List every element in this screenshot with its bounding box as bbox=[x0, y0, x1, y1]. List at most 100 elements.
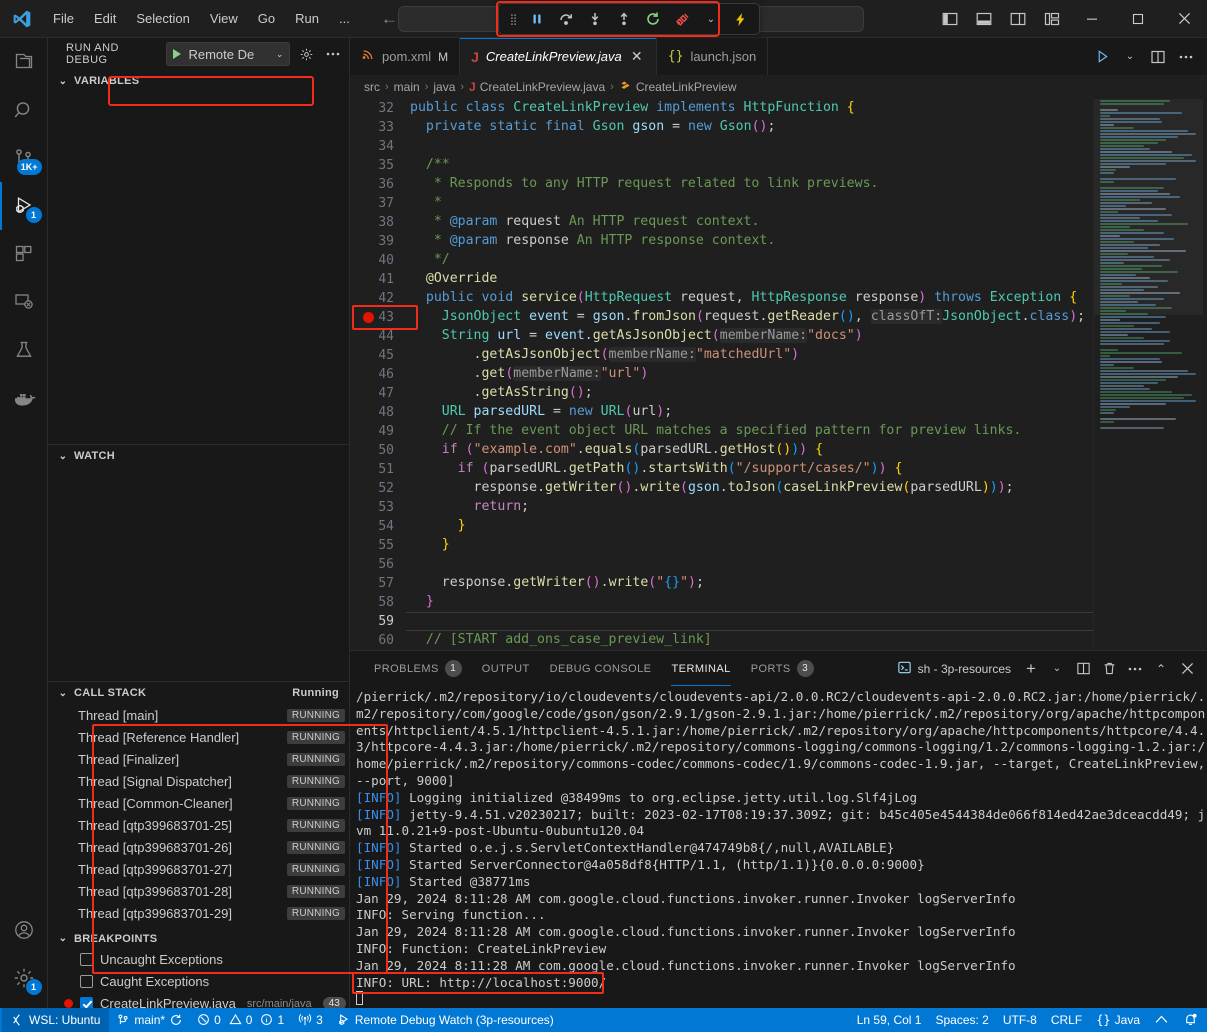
customize-layout-button[interactable] bbox=[1035, 2, 1069, 36]
run-java-button[interactable] bbox=[1089, 43, 1115, 71]
code-line[interactable]: 43 JsonObject event = gson.fromJson(requ… bbox=[350, 308, 1093, 327]
breakpoint-caught-exceptions[interactable]: Caught Exceptions bbox=[48, 971, 349, 993]
activity-run-and-debug[interactable]: 1 bbox=[0, 182, 48, 230]
activity-testing[interactable] bbox=[0, 326, 48, 374]
code-editor[interactable]: 32public class CreateLinkPreview impleme… bbox=[350, 99, 1207, 650]
code-line[interactable]: 37 * bbox=[350, 194, 1093, 213]
code-line[interactable]: 52 response.getWriter().write(gson.toJso… bbox=[350, 479, 1093, 498]
tab-launch-json[interactable]: {} launch.json bbox=[657, 38, 768, 75]
tab-close-icon[interactable]: ✕ bbox=[629, 48, 645, 65]
menu-go[interactable]: Go bbox=[249, 7, 284, 30]
debug-more-chevron-down-icon[interactable]: ⌄ bbox=[698, 7, 724, 31]
menu-run[interactable]: Run bbox=[286, 7, 328, 30]
status-ports[interactable]: 3 bbox=[291, 1008, 330, 1032]
activity-accounts[interactable] bbox=[0, 906, 48, 954]
activity-remote-explorer[interactable] bbox=[0, 278, 48, 326]
code-line[interactable]: 51 if (parsedURL.getPath().startsWith("/… bbox=[350, 460, 1093, 479]
call-stack-thread[interactable]: Thread [qtp399683701-27]RUNNING bbox=[48, 858, 349, 880]
editor-more-actions-icon[interactable] bbox=[1173, 43, 1199, 71]
toggle-panel-button[interactable] bbox=[967, 2, 1001, 36]
menu-file[interactable]: File bbox=[44, 7, 83, 30]
code-line[interactable]: 41 @Override bbox=[350, 270, 1093, 289]
navigate-back-icon[interactable]: ← bbox=[381, 9, 398, 29]
code-line[interactable]: 45 .getAsJsonObject(memberName:"matchedU… bbox=[350, 346, 1093, 365]
toggle-secondary-sidebar-button[interactable] bbox=[1001, 2, 1035, 36]
drag-handle-icon[interactable]: ⣿ bbox=[505, 13, 521, 26]
activity-source-control[interactable]: 1K+ bbox=[0, 134, 48, 182]
code-line[interactable]: 60 // [START add_ons_case_preview_link] bbox=[350, 631, 1093, 650]
window-minimize-button[interactable] bbox=[1069, 0, 1115, 38]
call-stack-thread[interactable]: Thread [qtp399683701-29]RUNNING bbox=[48, 902, 349, 924]
kill-terminal-trash-icon[interactable] bbox=[1097, 657, 1121, 681]
breadcrumb-symbol[interactable]: CreateLinkPreview bbox=[619, 79, 737, 95]
terminal-dropdown-chevron-down-icon[interactable]: ⌄ bbox=[1045, 657, 1069, 681]
call-stack-thread[interactable]: Thread [Signal Dispatcher]RUNNING bbox=[48, 770, 349, 792]
open-launch-json-gear-icon[interactable] bbox=[296, 43, 316, 65]
code-line[interactable]: 53 return; bbox=[350, 498, 1093, 517]
sidebar-more-actions-icon[interactable] bbox=[323, 43, 343, 65]
debug-step-into-button[interactable] bbox=[582, 7, 608, 31]
activity-manage-settings[interactable]: 1 bbox=[0, 954, 48, 1002]
sync-icon[interactable] bbox=[169, 1013, 183, 1028]
activity-extensions[interactable] bbox=[0, 230, 48, 278]
code-line[interactable]: 47 .getAsString(); bbox=[350, 384, 1093, 403]
code-line[interactable]: 35 /** bbox=[350, 156, 1093, 175]
debug-disconnect-button[interactable] bbox=[669, 7, 695, 31]
code-line[interactable]: 48 URL parsedURL = new URL(url); bbox=[350, 403, 1093, 422]
breadcrumb-java[interactable]: java bbox=[433, 80, 455, 94]
call-stack-thread[interactable]: Thread [qtp399683701-25]RUNNING bbox=[48, 814, 349, 836]
breakpoint-checkbox[interactable] bbox=[80, 997, 93, 1008]
code-line[interactable]: 59 bbox=[350, 612, 1093, 631]
menu-view[interactable]: View bbox=[201, 7, 247, 30]
new-terminal-button[interactable]: + bbox=[1019, 657, 1043, 681]
debug-pause-button[interactable] bbox=[524, 7, 550, 31]
code-line[interactable]: 36 * Responds to any HTTP request relate… bbox=[350, 175, 1093, 194]
panel-tab-ports[interactable]: PORTS 3 bbox=[741, 651, 824, 686]
code-line[interactable]: 57 response.getWriter().write("{}"); bbox=[350, 574, 1093, 593]
split-editor-button[interactable] bbox=[1145, 43, 1171, 71]
activity-docker[interactable] bbox=[0, 374, 48, 422]
call-stack-thread[interactable]: Thread [Finalizer]RUNNING bbox=[48, 748, 349, 770]
status-remote-host[interactable]: WSL: Ubuntu bbox=[2, 1008, 109, 1032]
code-line[interactable]: 49 // If the event object URL matches a … bbox=[350, 422, 1093, 441]
debug-restart-button[interactable] bbox=[640, 7, 666, 31]
menu-selection[interactable]: Selection bbox=[127, 7, 198, 30]
code-line[interactable]: 44 String url = event.getAsJsonObject(me… bbox=[350, 327, 1093, 346]
terminal-instance-chip[interactable]: sh - 3p-resources bbox=[891, 658, 1017, 680]
tab-create-link-preview-java[interactable]: J CreateLinkPreview.java ✕ bbox=[460, 38, 657, 75]
breadcrumb-main[interactable]: main bbox=[394, 80, 420, 94]
toggle-primary-sidebar-button[interactable] bbox=[933, 2, 967, 36]
code-line[interactable]: 39 * @param response An HTTP response co… bbox=[350, 232, 1093, 251]
activity-search[interactable] bbox=[0, 86, 48, 134]
debug-hot-reload-button[interactable] bbox=[727, 7, 753, 31]
call-stack-thread[interactable]: Thread [main]RUNNING bbox=[48, 704, 349, 726]
minimap[interactable] bbox=[1093, 99, 1207, 650]
code-line[interactable]: 40 */ bbox=[350, 251, 1093, 270]
code-line[interactable]: 56 bbox=[350, 555, 1093, 574]
call-stack-pane-header[interactable]: ⌄ CALL STACK Running bbox=[48, 682, 349, 704]
breadcrumb-src[interactable]: src bbox=[364, 80, 380, 94]
start-debugging-icon[interactable] bbox=[173, 49, 181, 59]
panel-tab-problems[interactable]: PROBLEMS 1 bbox=[364, 651, 472, 686]
panel-tab-output[interactable]: OUTPUT bbox=[472, 651, 540, 686]
maximize-panel-chevron-up-icon[interactable]: ⌃ bbox=[1149, 657, 1173, 681]
code-line[interactable]: 42 public void service(HttpRequest reque… bbox=[350, 289, 1093, 308]
breakpoint-checkbox[interactable] bbox=[80, 975, 93, 988]
menu-edit[interactable]: Edit bbox=[85, 7, 125, 30]
call-stack-thread[interactable]: Thread [qtp399683701-28]RUNNING bbox=[48, 880, 349, 902]
activity-explorer[interactable] bbox=[0, 38, 48, 86]
code-line[interactable]: 34 bbox=[350, 137, 1093, 156]
tab-pom-xml[interactable]: pom.xml M bbox=[350, 38, 460, 75]
breakpoints-pane-header[interactable]: ⌄ BREAKPOINTS bbox=[48, 929, 349, 949]
terminal-output[interactable]: /pierrick/.m2/repository/io/cloudevents/… bbox=[350, 686, 1207, 1022]
breakpoint-uncaught-exceptions[interactable]: Uncaught Exceptions bbox=[48, 949, 349, 971]
breakpoint-dot-icon[interactable] bbox=[363, 312, 374, 323]
code-line[interactable]: 38 * @param request An HTTP request cont… bbox=[350, 213, 1093, 232]
call-stack-thread[interactable]: Thread [qtp399683701-26]RUNNING bbox=[48, 836, 349, 858]
breakpoint-file[interactable]: CreateLinkPreview.java src/main/java 43 bbox=[48, 993, 349, 1008]
window-close-button[interactable] bbox=[1161, 0, 1207, 38]
breakpoint-checkbox[interactable] bbox=[80, 953, 93, 966]
menu-more[interactable]: ... bbox=[330, 7, 359, 30]
minimap-slider[interactable] bbox=[1094, 99, 1203, 315]
panel-tab-terminal[interactable]: TERMINAL bbox=[661, 651, 740, 686]
